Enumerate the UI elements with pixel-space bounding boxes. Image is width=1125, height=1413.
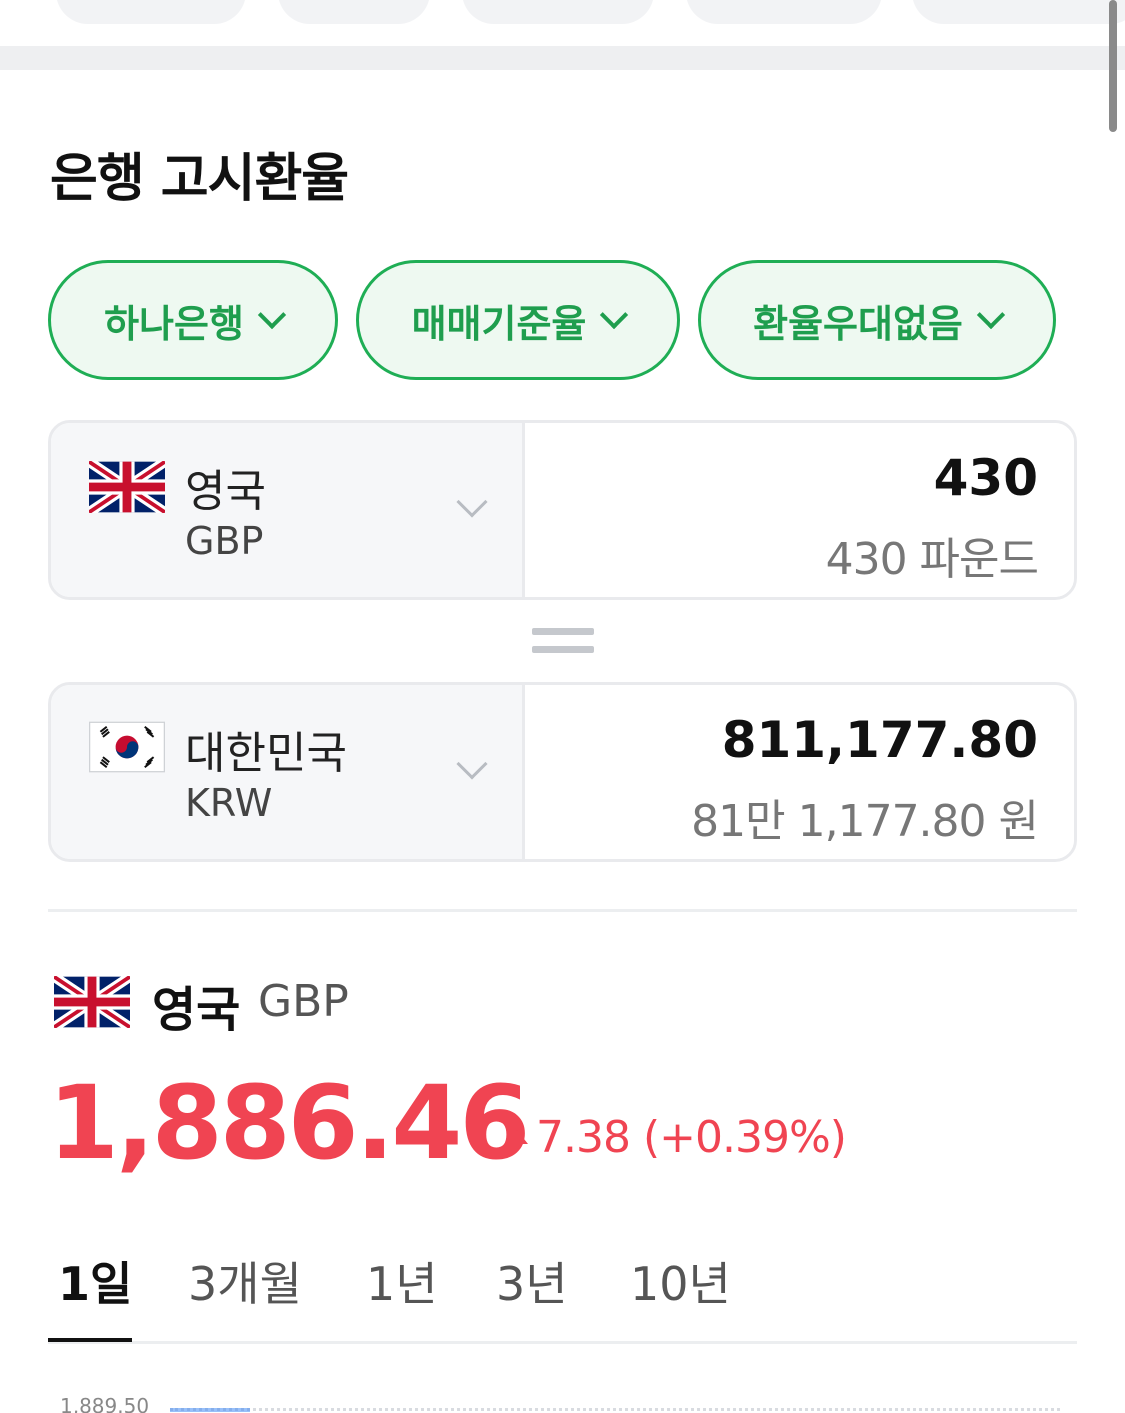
tab-3-months[interactable]: 3개월 <box>188 1248 302 1314</box>
category-pill[interactable] <box>686 0 882 24</box>
uk-flag-icon <box>54 976 130 1028</box>
bank-select-button[interactable]: 하나은행 <box>48 260 338 380</box>
chevron-down-icon <box>976 300 1006 330</box>
tab-10-years[interactable]: 10년 <box>630 1248 731 1314</box>
preference-select-button[interactable]: 환율우대없음 <box>698 260 1056 380</box>
tab-1-day[interactable]: 1일 <box>58 1248 132 1314</box>
korea-flag-icon <box>89 721 165 773</box>
chevron-down-icon <box>456 486 488 518</box>
from-currency-select[interactable]: 영국 GBP <box>51 423 525 597</box>
tab-1-year[interactable]: 1년 <box>366 1248 438 1314</box>
top-category-pills <box>0 0 1125 46</box>
category-pill[interactable] <box>56 0 246 24</box>
to-currency-select[interactable]: 대한민국 KRW <box>51 685 525 859</box>
category-pill[interactable] <box>278 0 430 24</box>
from-currency-code: GBP <box>185 519 264 563</box>
rate-type-label: 매매기준율 <box>411 301 587 346</box>
category-pill[interactable] <box>912 0 1125 24</box>
to-amount-text: 81만 1,177.80 원 <box>691 796 1039 847</box>
scrollbar[interactable] <box>1109 0 1117 132</box>
triangle-up-icon <box>506 1130 528 1144</box>
from-country-name: 영국 <box>185 466 266 517</box>
from-amount-input[interactable]: 430 430 파운드 <box>525 423 1074 597</box>
rate-currency-code: GBP <box>258 976 349 1027</box>
bank-select-label: 하나은행 <box>104 301 244 346</box>
rate-type-select-button[interactable]: 매매기준율 <box>356 260 680 380</box>
converter-to-row: 대한민국 KRW 811,177.80 81만 1,177.80 원 <box>48 682 1077 862</box>
uk-flag-icon <box>89 461 165 513</box>
tab-3-years[interactable]: 3년 <box>496 1248 568 1314</box>
preference-label: 환율우대없음 <box>753 301 963 346</box>
to-country-name: 대한민국 <box>185 728 347 779</box>
section-divider <box>0 46 1125 70</box>
period-tabs: 1일 3개월 1년 3년 10년 <box>48 1244 1077 1344</box>
divider <box>48 909 1077 912</box>
to-amount: 811,177.80 <box>721 711 1038 769</box>
converter-from-row: 영국 GBP 430 430 파운드 <box>48 420 1077 600</box>
chart-gridline <box>170 1408 1060 1411</box>
from-amount: 430 <box>933 449 1038 507</box>
from-amount-text: 430 파운드 <box>825 534 1039 585</box>
section-title: 은행 고시환율 <box>50 149 349 209</box>
rate-change: 7.38 (+0.39%) <box>536 1112 847 1163</box>
active-tab-indicator <box>48 1338 132 1342</box>
to-currency-code: KRW <box>185 781 273 825</box>
rate-country-name: 영국 <box>152 982 241 1038</box>
category-pill[interactable] <box>462 0 654 24</box>
chevron-down-icon <box>456 748 488 780</box>
chevron-down-icon <box>600 300 629 330</box>
chart-y-label: 1,889.50 <box>60 1394 150 1413</box>
to-amount-input[interactable]: 811,177.80 81만 1,177.80 원 <box>525 685 1074 859</box>
chevron-down-icon <box>257 300 287 330</box>
chart-line <box>170 1408 250 1412</box>
rate-value: 1,886.46 <box>48 1064 530 1183</box>
